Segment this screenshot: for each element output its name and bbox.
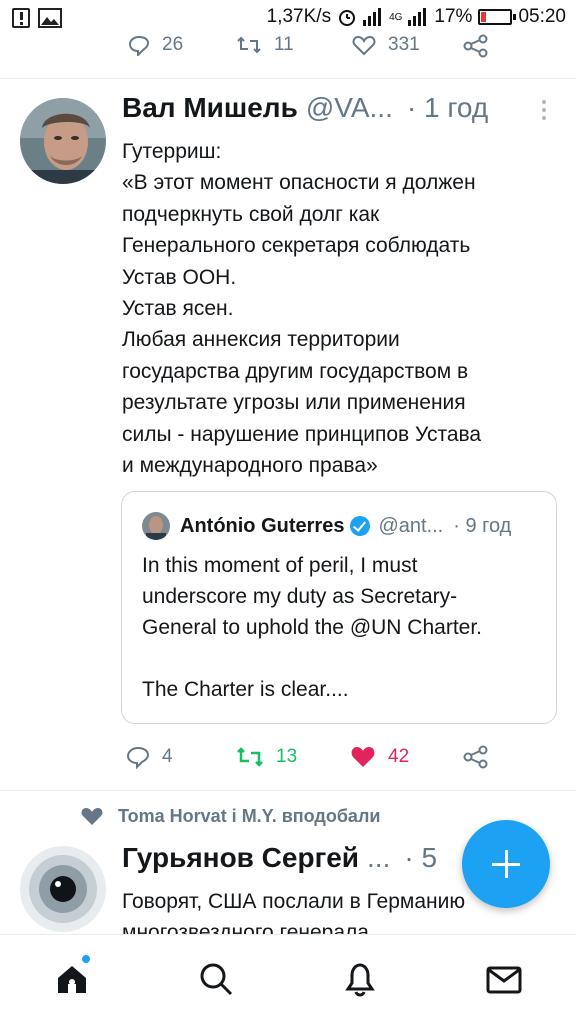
quote-line: General to uphold the @UN Charter. [142, 616, 482, 639]
tweet-line: Гутерриш: [122, 140, 222, 163]
avatar-image [20, 98, 106, 184]
net-speed: 1,37K/s [266, 6, 332, 27]
divider [0, 790, 576, 791]
author-handle[interactable]: ... [367, 842, 390, 874]
tweet-header: Вал Мишель @VA... · 1 год [122, 92, 552, 132]
quote-author-name: António Guterres [180, 514, 345, 537]
signal-icon-2 [408, 8, 427, 26]
search-icon [200, 963, 233, 996]
nav-messages[interactable] [484, 959, 524, 999]
quote-line [142, 643, 542, 674]
quote-avatar [142, 512, 170, 540]
image-icon [38, 8, 62, 28]
compose-tweet-button[interactable] [462, 820, 550, 908]
bell-icon [345, 963, 375, 997]
home-icon [58, 966, 86, 993]
quote-handle: @ant... [378, 514, 444, 537]
signal-icon [363, 8, 382, 26]
author-name[interactable]: Гурьянов Сергей [122, 842, 359, 874]
more-options-icon[interactable] [542, 100, 548, 124]
quoted-tweet[interactable]: António Guterres @ant... · 9 год In this… [121, 491, 557, 724]
tweet-text: Гутерриш: «В этот момент опасности я дол… [122, 136, 542, 481]
reply-icon [128, 35, 150, 56]
tweet-line: Говорят, США послали в Германию [122, 890, 466, 913]
quote-line: In this moment of peril, I must [142, 554, 418, 577]
tweet-line: государства другим государством в [122, 359, 469, 383]
tweet-line: и международного права» [122, 454, 378, 478]
tweet-time: · 1 год [406, 92, 489, 123]
nav-search[interactable] [196, 959, 236, 999]
reply-icon [126, 746, 150, 769]
divider [0, 78, 576, 79]
quote-header: António Guterres @ant... · 9 год [142, 512, 511, 540]
alert-icon [12, 8, 30, 28]
prev-tweet-actions: 26 11 331 [0, 34, 576, 78]
author-handle[interactable]: @VA... [306, 92, 393, 124]
liked-by-text[interactable]: Toma Horvat i M.Y. вподобали [118, 806, 380, 827]
heart-icon [352, 35, 376, 56]
verified-badge-icon [350, 516, 371, 536]
battery-icon [478, 9, 517, 25]
status-bar: 1,37K/s 4G 17% 05:20 [0, 0, 576, 36]
tweet-actions: 4 13 42 [0, 737, 576, 777]
clock: 05:20 [518, 6, 566, 27]
like-button[interactable]: 42 [350, 745, 409, 769]
nav-notifications[interactable] [340, 959, 380, 999]
share-icon [463, 34, 488, 58]
quote-text: In this moment of peril, I must undersco… [142, 550, 542, 705]
retweet-button[interactable]: 13 [236, 745, 297, 769]
like-count: 331 [388, 34, 420, 55]
tweet-line: Устав ясен. [122, 297, 234, 321]
reply-button[interactable]: 4 [126, 745, 173, 769]
tweet-line: Генерального секретаря соблюдать [122, 234, 471, 258]
share-button[interactable] [462, 745, 490, 769]
tweet-header: Гурьянов Сергей ... · 5 [122, 842, 437, 874]
bottom-navigation [0, 934, 576, 1024]
nav-home[interactable] [52, 955, 92, 999]
tweet-time: · 5 [404, 842, 438, 873]
heart-icon [81, 808, 103, 825]
quote-time: · 9 год [453, 514, 512, 537]
reply-count: 26 [162, 34, 184, 55]
network-type: 4G [389, 11, 403, 23]
avatar-image [20, 846, 106, 932]
retweet-icon [237, 36, 261, 54]
retweet-count: 11 [274, 34, 294, 55]
like-button[interactable]: 331 [352, 34, 420, 56]
heart-filled-icon [351, 747, 375, 767]
avatar[interactable] [20, 846, 106, 932]
tweet-line: силы - нарушение принципов Устава [122, 422, 482, 446]
mail-icon [486, 966, 522, 994]
reply-count: 4 [162, 746, 173, 767]
tweet-line: Устав ООН. [122, 265, 237, 289]
tweet-line: результате угрозы или применения [122, 391, 466, 415]
author-name[interactable]: Вал Мишель [122, 92, 298, 124]
quote-avatar-image [142, 512, 170, 540]
notification-dot [82, 955, 90, 963]
quote-line: The Charter is clear.... [142, 678, 349, 701]
share-icon [463, 745, 488, 769]
battery-fill [481, 12, 487, 22]
tweet-line: Любая аннексия территории [122, 328, 400, 352]
tweet-line: «В этот момент опасности я должен [122, 171, 476, 195]
like-count: 42 [388, 746, 410, 767]
share-button[interactable] [462, 34, 490, 58]
retweet-count: 13 [276, 746, 298, 767]
retweet-icon [237, 747, 263, 767]
social-context: Toma Horvat i M.Y. вподобали [80, 805, 380, 827]
alarm-icon [339, 10, 356, 26]
battery-percent: 17% [434, 6, 473, 27]
tweet-line: подчеркнуть свой долг как [122, 202, 380, 226]
retweet-button[interactable]: 11 [236, 34, 294, 56]
avatar[interactable] [20, 98, 106, 184]
reply-button[interactable]: 26 [128, 34, 183, 56]
quote-line: underscore my duty as Secretary- [142, 585, 458, 608]
